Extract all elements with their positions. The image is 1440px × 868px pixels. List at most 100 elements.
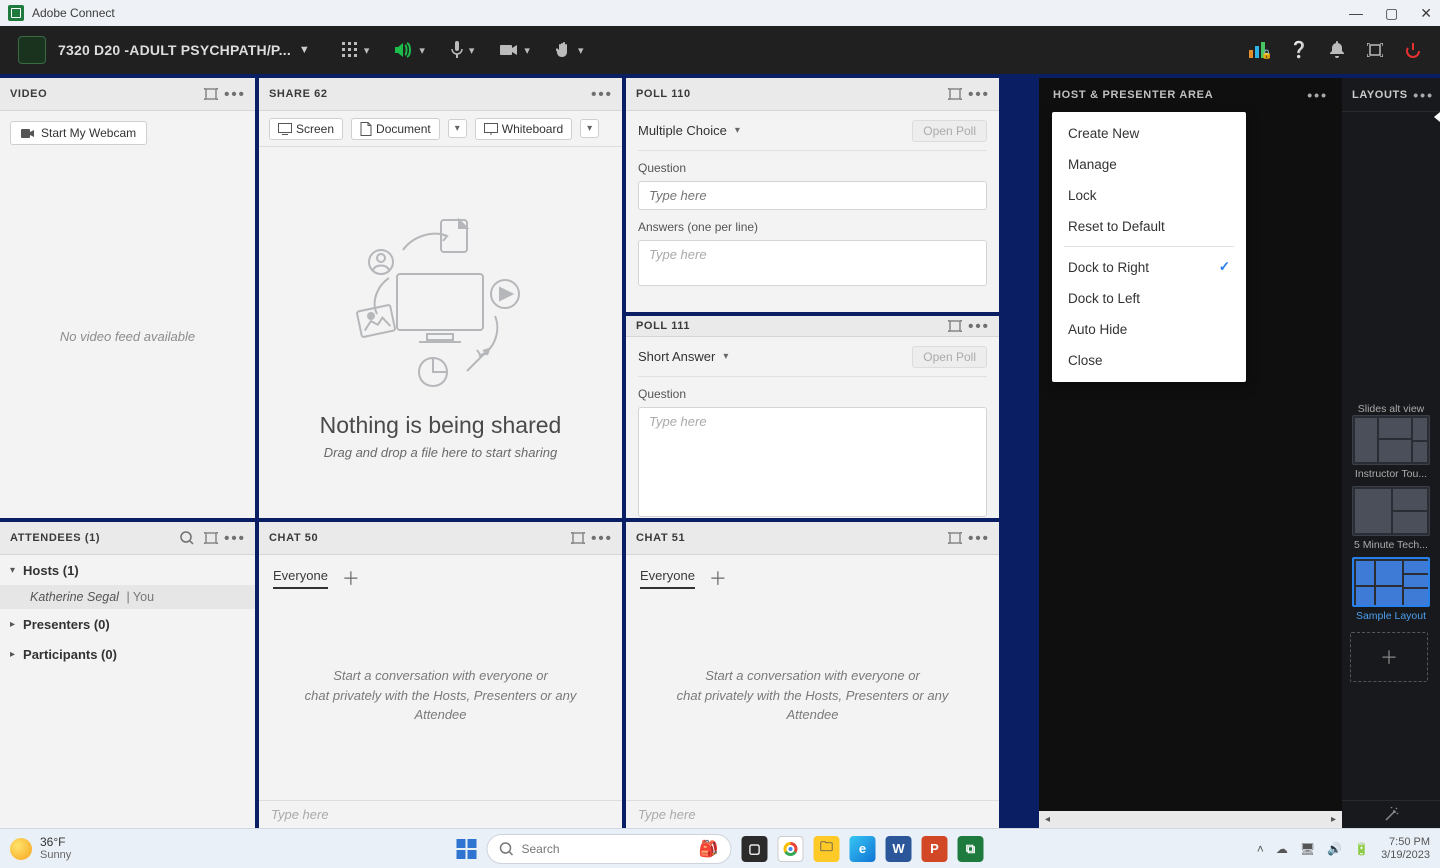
tray-chevron-icon[interactable]: ˄ (1257, 842, 1264, 856)
taskbar-clock[interactable]: 7:50 PM 3/19/2023 (1381, 836, 1430, 861)
layout-thumb[interactable]: 5 Minute Tech... (1350, 486, 1432, 551)
poll-type-select[interactable]: Short Answer▾ (638, 349, 728, 364)
pod-options-icon[interactable]: ••• (592, 528, 612, 548)
share-screen-button[interactable]: Screen (269, 118, 343, 140)
attendee-group-presenters[interactable]: ▸Presenters (0) (0, 609, 255, 639)
notifications-icon[interactable] (1328, 41, 1346, 59)
fullscreen-icon[interactable] (1366, 41, 1384, 59)
start-webcam-button[interactable]: Start My Webcam (10, 121, 147, 145)
room-icon[interactable] (18, 36, 46, 64)
scroll-right-button[interactable]: ▸ (1325, 811, 1342, 828)
room-menu-caret[interactable]: ▼ (299, 44, 310, 56)
share-whiteboard-menu-button[interactable]: ▾ (580, 119, 599, 138)
edge-icon[interactable]: e (850, 836, 876, 862)
chat-tab-everyone[interactable]: Everyone (640, 568, 695, 589)
poll-question-input[interactable]: Type here (638, 407, 987, 517)
attendee-group-hosts[interactable]: ▾Hosts (1) (0, 555, 255, 585)
explorer-icon[interactable]: 🗀 (814, 836, 840, 862)
layouts-options-icon[interactable]: ••• (1413, 87, 1438, 103)
chat-empty-text: Start a conversation with everyone or ch… (626, 591, 999, 800)
attendee-you-tag: | You (126, 590, 154, 604)
menu-auto-hide[interactable]: Auto Hide (1052, 314, 1246, 345)
maximize-pod-icon[interactable] (201, 84, 221, 104)
poll-type-label: Multiple Choice (638, 123, 727, 138)
maximize-pod-icon[interactable] (945, 84, 965, 104)
chat-input[interactable]: Type here (259, 800, 622, 828)
pod-options-icon[interactable]: ••• (225, 84, 245, 104)
poll-type-select[interactable]: Multiple Choice▾ (638, 123, 740, 138)
speaker-button[interactable]: ▾ (395, 42, 425, 58)
word-icon[interactable]: W (886, 836, 912, 862)
open-poll-button[interactable]: Open Poll (912, 346, 987, 368)
powerpoint-icon[interactable]: P (922, 836, 948, 862)
menu-close[interactable]: Close (1052, 345, 1246, 376)
start-button[interactable] (457, 839, 477, 859)
hp-horizontal-scrollbar[interactable]: ◂ ▸ (1039, 811, 1342, 828)
hp-options-icon[interactable]: ••• (1307, 87, 1328, 103)
menu-dock-left[interactable]: Dock to Left (1052, 283, 1246, 314)
menu-lock[interactable]: Lock (1052, 180, 1246, 211)
chat-add-tab-button[interactable]: ＋ (709, 565, 727, 591)
maximize-pod-icon[interactable] (945, 528, 965, 548)
maximize-pod-icon[interactable] (945, 316, 965, 336)
share-whiteboard-label: Whiteboard (502, 122, 563, 136)
search-icon[interactable] (177, 528, 197, 548)
end-session-icon[interactable] (1404, 41, 1422, 59)
pod-options-icon[interactable]: ••• (969, 84, 989, 104)
taskview-icon[interactable]: ▢ (742, 836, 768, 862)
chat-input[interactable]: Type here (626, 800, 999, 828)
maximize-pod-icon[interactable] (201, 528, 221, 548)
share-pod-title: SHARE 62 (269, 88, 328, 100)
volume-icon[interactable]: 🔊 (1327, 842, 1342, 856)
menu-reset[interactable]: Reset to Default (1052, 211, 1246, 242)
taskbar-search[interactable]: Search 🎒 (487, 834, 732, 864)
camera-button[interactable]: ▾ (500, 43, 530, 57)
attendees-pod: ATTENDEES (1) ••• ▾Hosts (1) Katherine S… (0, 522, 255, 828)
chrome-icon[interactable] (778, 836, 804, 862)
close-window-button[interactable]: ✕ (1420, 5, 1432, 22)
menu-dock-right[interactable]: Dock to Right✓ (1052, 251, 1246, 283)
share-document-menu-button[interactable]: ▾ (448, 119, 467, 138)
attendee-self[interactable]: Katherine Segal | You (0, 585, 255, 609)
battery-icon[interactable]: 🔋 (1354, 842, 1369, 856)
add-layout-button[interactable]: ＋ (1350, 632, 1428, 682)
pod-options-icon[interactable]: ••• (969, 316, 989, 336)
host-presenter-area: HOST & PRESENTER AREA ••• ◂ ▸ Create New… (1039, 78, 1342, 828)
share-document-button[interactable]: Document (351, 118, 440, 140)
engagement-dashboard-icon[interactable]: 🔒 (1252, 41, 1270, 59)
raise-hand-button[interactable]: ▾ (556, 41, 584, 59)
onedrive-icon[interactable]: ☁ (1276, 842, 1288, 856)
scroll-left-button[interactable]: ◂ (1039, 811, 1056, 828)
maximize-button[interactable]: ▢ (1385, 5, 1398, 22)
menu-manage[interactable]: Manage (1052, 149, 1246, 180)
participants-label: Participants (0) (23, 647, 117, 662)
adobe-connect-taskbar-icon[interactable]: ⧉ (958, 836, 984, 862)
open-poll-button[interactable]: Open Poll (912, 120, 987, 142)
attendee-group-participants[interactable]: ▸Participants (0) (0, 639, 255, 669)
maximize-pod-icon[interactable] (568, 528, 588, 548)
share-whiteboard-button[interactable]: Whiteboard (475, 118, 572, 140)
layout-thumb-selected[interactable]: Sample Layout (1350, 557, 1432, 622)
help-icon[interactable]: ❔ (1290, 41, 1308, 59)
pod-options-icon[interactable]: ••• (592, 84, 612, 104)
layout-label: Instructor Tou... (1355, 468, 1427, 480)
poll-question-input[interactable] (638, 181, 987, 210)
display-icon[interactable]: 🖥 (1300, 842, 1315, 856)
pod-options-icon[interactable]: ••• (225, 528, 245, 548)
microphone-button[interactable]: ▾ (451, 41, 475, 59)
adobe-connect-icon (8, 5, 24, 21)
menu-create-new[interactable]: Create New (1052, 118, 1246, 149)
poll-answers-input[interactable]: Type here (638, 240, 987, 286)
chat-title: CHAT 50 (269, 532, 318, 544)
layouts-wand-icon[interactable] (1342, 800, 1440, 828)
chat-tab-everyone[interactable]: Everyone (273, 568, 328, 589)
pod-options-icon[interactable]: ••• (969, 528, 989, 548)
share-pod: SHARE 62 ••• Screen Document ▾ Whiteboar… (259, 78, 622, 518)
chat-add-tab-button[interactable]: ＋ (342, 565, 360, 591)
taskbar-weather[interactable]: 36°F Sunny (10, 836, 71, 861)
weather-temp: 36°F (40, 836, 71, 849)
poll-title: POLL 111 (636, 320, 690, 332)
layout-thumb[interactable]: Slides alt view Instructor Tou... (1350, 400, 1432, 480)
minimize-button[interactable]: — (1349, 5, 1363, 22)
pods-grid-button[interactable]: ▾ (342, 42, 370, 58)
